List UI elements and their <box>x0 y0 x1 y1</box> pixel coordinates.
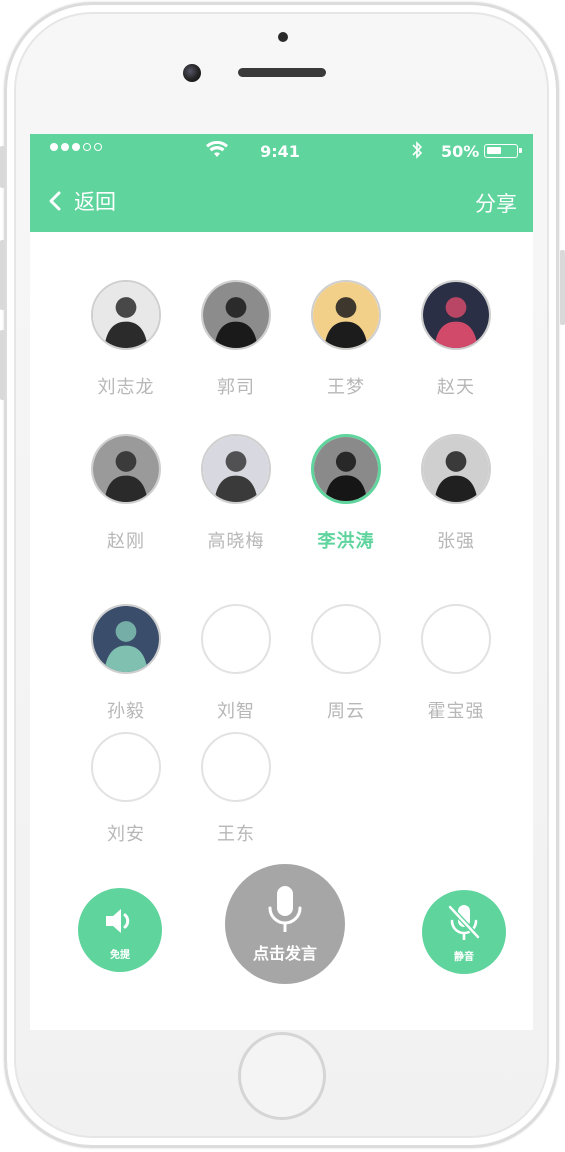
member-name: 赵刚 <box>107 531 145 552</box>
speaker-label: 免提 <box>110 950 130 961</box>
mute-label: 静音 <box>454 952 474 963</box>
member-item[interactable]: 赵刚 <box>71 434 181 554</box>
battery-icon <box>484 144 522 158</box>
member-avatar-empty[interactable] <box>421 604 491 674</box>
member-item[interactable]: 刘智 <box>181 604 291 724</box>
member-name: 刘智 <box>217 701 255 722</box>
signal-dot <box>94 143 102 151</box>
power-button <box>560 250 565 325</box>
member-item[interactable]: 霍宝强 <box>401 604 511 724</box>
member-name: 高晓梅 <box>207 531 265 552</box>
member-item[interactable]: 王梦 <box>291 280 401 400</box>
proximity-sensor <box>278 32 288 42</box>
member-name: 张强 <box>437 531 475 552</box>
member-avatar-photo[interactable] <box>91 280 161 350</box>
mute-switch <box>0 146 5 188</box>
battery-percent: 50% <box>441 142 480 161</box>
earpiece-speaker <box>238 68 326 77</box>
member-item[interactable]: 刘安 <box>71 732 181 852</box>
back-button[interactable]: 返回 <box>44 186 116 216</box>
member-avatar-empty[interactable] <box>201 732 271 802</box>
member-name: 郭司 <box>217 377 255 398</box>
member-item[interactable]: 刘志龙 <box>71 280 181 400</box>
signal-dot <box>61 143 69 151</box>
member-item[interactable]: 郭司 <box>181 280 291 400</box>
member-avatar-empty[interactable] <box>91 732 161 802</box>
member-item[interactable]: 孙毅 <box>71 604 181 724</box>
mute-button[interactable]: 静音 <box>422 890 506 974</box>
front-camera <box>183 64 201 82</box>
member-name: 赵天 <box>437 377 475 398</box>
member-item[interactable]: 王东 <box>181 732 291 852</box>
member-name: 周云 <box>327 701 365 722</box>
member-avatar-photo[interactable] <box>91 604 161 674</box>
member-avatar-photo[interactable] <box>311 434 381 504</box>
member-name: 王梦 <box>327 377 365 398</box>
bluetooth-icon <box>412 141 423 159</box>
share-button[interactable]: 分享 <box>475 188 517 218</box>
speaker-icon <box>106 909 130 933</box>
member-item[interactable]: 李洪涛 <box>291 434 401 554</box>
member-avatar-empty[interactable] <box>311 604 381 674</box>
speaker-button[interactable]: 免提 <box>78 888 162 972</box>
nav-bar: 返回 分享 <box>30 174 533 230</box>
app-header: 9:41 50% 返回 分享 <box>30 134 533 232</box>
talk-label: 点击发言 <box>252 944 317 963</box>
volume-down-button <box>0 330 5 400</box>
signal-dot <box>72 143 80 151</box>
member-name: 霍宝强 <box>427 701 485 722</box>
status-bar: 9:41 50% <box>30 134 533 168</box>
member-avatar-photo[interactable] <box>311 280 381 350</box>
member-item[interactable]: 张强 <box>401 434 511 554</box>
app-screen: 9:41 50% 返回 分享 刘志龙 郭司 王梦 赵天赵刚 高晓梅 李洪涛 张强孙毅 刘智 周云… <box>30 134 533 1030</box>
member-item[interactable]: 赵天 <box>401 280 511 400</box>
member-name: 刘安 <box>107 824 145 845</box>
volume-up-button <box>0 240 5 310</box>
member-item[interactable]: 高晓梅 <box>181 434 291 554</box>
member-avatar-empty[interactable] <box>201 604 271 674</box>
member-name: 王东 <box>217 824 255 845</box>
member-item[interactable]: 周云 <box>291 604 401 724</box>
member-name: 刘志龙 <box>97 377 155 398</box>
wifi-icon <box>206 141 228 157</box>
member-avatar-photo[interactable] <box>201 280 271 350</box>
microphone-icon <box>268 886 302 932</box>
signal-strength-icon <box>50 143 102 151</box>
home-button[interactable] <box>238 1032 326 1120</box>
microphone-muted-icon <box>448 905 480 940</box>
member-avatar-photo[interactable] <box>421 434 491 504</box>
back-chevron-icon <box>49 191 61 211</box>
member-avatar-photo[interactable] <box>201 434 271 504</box>
member-avatar-photo[interactable] <box>421 280 491 350</box>
member-name: 孙毅 <box>107 701 145 722</box>
status-time: 9:41 <box>260 142 300 161</box>
signal-dot <box>83 143 91 151</box>
member-avatar-photo[interactable] <box>91 434 161 504</box>
talk-button[interactable]: 点击发言 <box>225 864 345 984</box>
signal-dot <box>50 143 58 151</box>
member-name: 李洪涛 <box>317 531 375 552</box>
back-label: 返回 <box>74 190 116 214</box>
